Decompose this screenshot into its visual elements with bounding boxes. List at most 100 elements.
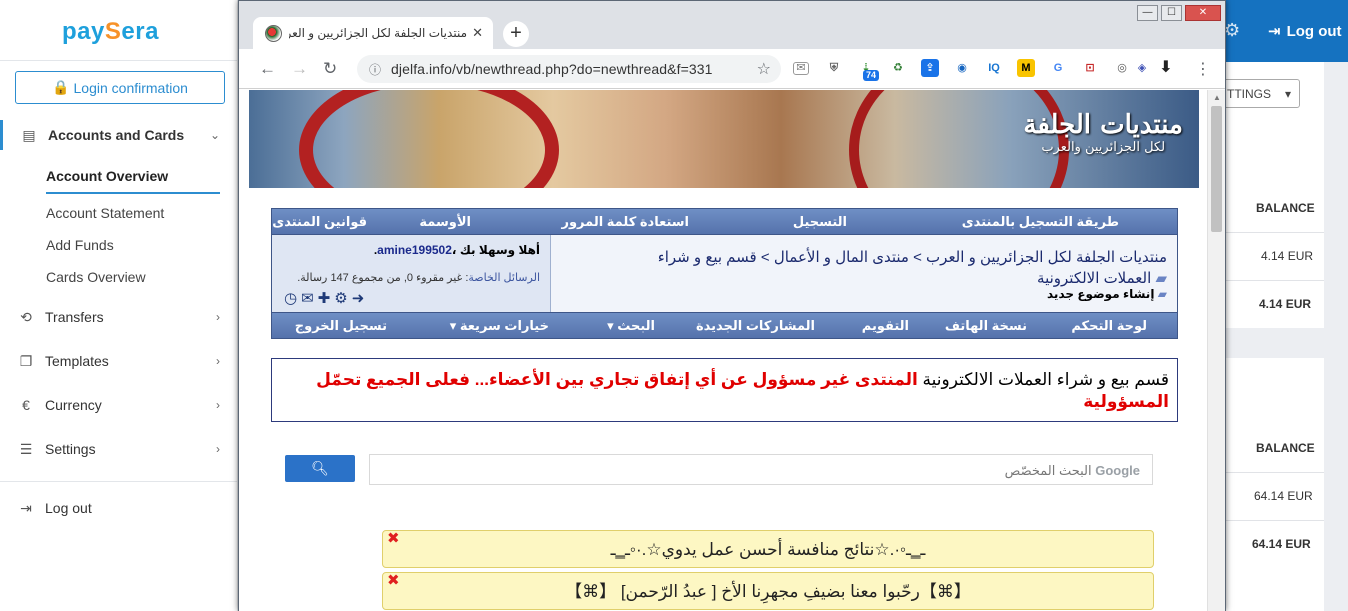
chevron-down-icon: ⌄ (209, 128, 220, 142)
breadcrumb-path[interactable]: منتديات الجلفة لكل الجزائريين و العرب > … (597, 247, 1167, 268)
divider (0, 60, 238, 61)
scroll-up-icon[interactable]: ▲ (1213, 93, 1221, 102)
paysera-logo[interactable]: paySera (62, 18, 159, 46)
logout-icon[interactable]: ➜ (352, 290, 369, 307)
address-bar[interactable]: ⓘ djelfa.info/vb/newthread.php?do=newthr… (357, 55, 781, 83)
search-input[interactable]: Google البحث المخصّص (369, 454, 1153, 485)
clock-icon[interactable]: ◷ (284, 290, 301, 307)
close-tab-icon[interactable]: ✕ (472, 25, 483, 41)
vertical-scrollbar[interactable]: ▲ (1207, 90, 1225, 611)
account-card (1226, 358, 1324, 611)
active-underline (46, 192, 220, 194)
nav-link-quick-options[interactable]: خيارات سريعة ▾ (450, 318, 549, 334)
header-logout-button[interactable]: ⇥ Log out (1268, 22, 1342, 41)
scrollbar-thumb[interactable] (1211, 106, 1222, 232)
balance-total: 64.14 EUR (1252, 537, 1311, 551)
nav-link-control-panel[interactable]: لوحة التحكم (1071, 318, 1147, 334)
nav-link-recover-password[interactable]: استعادة كلمة المرور (561, 214, 689, 230)
translate-icon[interactable]: G (1049, 59, 1067, 77)
mail-extension-icon[interactable]: ✉ (793, 62, 809, 75)
lock-icon: 🔒 (52, 79, 70, 95)
dismiss-icon[interactable]: ✖ (387, 573, 400, 589)
nav-link-new-posts[interactable]: المشاركات الجديدة (696, 318, 815, 334)
breadcrumb-current[interactable]: ▰ العملات الالكترونية (597, 268, 1167, 289)
logout-icon: ⇥ (20, 499, 32, 516)
pm-link[interactable]: الرسائل الخاصة (468, 272, 540, 284)
nav-templates[interactable]: ❐ Templates › (0, 346, 238, 376)
save-extension-icon[interactable]: ⇪ (921, 59, 939, 77)
minimize-button[interactable]: — (1137, 5, 1158, 21)
iq-extension-icon[interactable]: IQ (985, 59, 1003, 77)
shield-blue-icon[interactable]: ◈ (1133, 59, 1151, 77)
forum-logo[interactable]: منتديات الجلفة لكل الجزائريين والعرب (1023, 110, 1183, 155)
nav-link-mobile[interactable]: نسخة الهاتف (945, 318, 1027, 334)
user-actions: ➜⚙✚✉◷ (284, 289, 368, 307)
add-user-icon[interactable]: ✚ (318, 290, 335, 307)
pocket-icon[interactable]: ⊡ (1081, 59, 1099, 77)
nav-cards-overview[interactable]: Cards Overview (46, 269, 146, 285)
balance-total: 4.14 EUR (1259, 297, 1312, 311)
back-icon[interactable]: ← (259, 59, 276, 79)
bookmark-star-icon[interactable]: ☆ (757, 59, 771, 79)
nav-link-register-guide[interactable]: طريقة التسجيل بالمنتدى (962, 214, 1119, 230)
user-info-panel: أهلا وسهلا بك ،amine199502. الرسائل الخا… (272, 235, 551, 312)
breadcrumb: منتديات الجلفة لكل الجزائريين و العرب > … (597, 247, 1167, 289)
chevron-right-icon: › (216, 442, 220, 456)
gear-icon[interactable]: ⚙ (1224, 20, 1240, 41)
logout-icon: ⇥ (1268, 23, 1281, 40)
divider (0, 481, 238, 482)
reload-icon[interactable]: ↻ (323, 59, 337, 79)
search-icon: 🔍︎ (311, 460, 329, 476)
login-confirmation-button[interactable]: 🔒 Login confirmation (15, 71, 225, 104)
nav-settings[interactable]: ☰ Settings › (0, 434, 238, 464)
settings-icon[interactable]: ⚙ (334, 290, 351, 307)
forward-icon[interactable]: → (291, 59, 308, 79)
transfer-icon: ⟲ (20, 308, 32, 325)
more-menu-icon[interactable]: ⋮ (1195, 59, 1211, 79)
nav-account-overview[interactable]: Account Overview (46, 168, 168, 184)
settings-dropdown[interactable]: TTINGS ▾ (1218, 79, 1300, 108)
balance-value: 4.14 EUR (1261, 249, 1314, 263)
maximize-button[interactable]: ☐ (1161, 5, 1182, 21)
forum-banner: منتديات الجلفة لكل الجزائريين والعرب (249, 90, 1199, 188)
nav-transfers[interactable]: ⟲ Transfers › (0, 302, 238, 332)
shield-extension-icon[interactable]: ⛨ (825, 59, 843, 77)
chat-icon[interactable]: ✉ (301, 290, 318, 307)
top-nav-bar: طريقة التسجيل بالمنتدى التسجيل استعادة ك… (271, 208, 1178, 235)
nav-account-statement[interactable]: Account Statement (46, 205, 164, 221)
username-link[interactable]: amine199502 (377, 243, 452, 257)
nav-link-badges[interactable]: الأوسمة (419, 214, 471, 230)
caret-down-icon: ▾ (1285, 86, 1292, 101)
record-icon[interactable]: ◎ (1113, 59, 1131, 77)
download-icon[interactable]: ⬇ (1157, 59, 1175, 77)
euro-icon: € (22, 397, 30, 413)
m-extension-icon[interactable]: M (1017, 59, 1035, 77)
browser-tab[interactable]: منتديات الجلفة لكل الجزائريين و العرب - … (253, 17, 493, 49)
recycle-icon[interactable]: ♻ (889, 59, 907, 77)
divider (1226, 232, 1324, 233)
welcome-text: أهلا وسهلا بك ،amine199502. (373, 243, 540, 257)
nav-link-rules[interactable]: قوانين المنتدى (272, 214, 367, 230)
nav-link-calendar[interactable]: التقويم (862, 318, 909, 334)
search-button[interactable]: 🔍︎ (285, 455, 355, 482)
balance-value: 64.14 EUR (1254, 489, 1313, 503)
nav-currency[interactable]: € Currency › (0, 390, 238, 420)
globe-extension-icon[interactable]: ◉ (953, 59, 971, 77)
banner-decoration (299, 90, 559, 188)
nav-link-search[interactable]: البحث ▾ (607, 318, 655, 334)
announcement-note[interactable]: ✖ ـ‗ـ◦·.☆نتائج منافسة أحسن عمل يدوي☆.·◦ـ… (382, 530, 1154, 568)
dismiss-icon[interactable]: ✖ (387, 531, 400, 547)
nav-logout[interactable]: ⇥ Log out (0, 493, 238, 523)
new-tab-button[interactable]: + (503, 21, 529, 47)
announcement-note[interactable]: ✖ 【⌘】رحّبوا معنا بضيفِ مجهرِنا الأخ [ عب… (382, 572, 1154, 610)
nav-link-logout[interactable]: تسجيل الخروج (295, 318, 387, 334)
nav-add-funds[interactable]: Add Funds (46, 237, 114, 253)
close-window-button[interactable]: ✕ (1185, 5, 1221, 21)
paysera-sidebar: paySera 🔒 Login confirmation ▤ Accounts a… (0, 0, 238, 611)
templates-icon: ❐ (19, 352, 33, 369)
divider (1226, 472, 1324, 473)
info-icon: ⓘ (369, 62, 382, 77)
nav-accounts-and-cards[interactable]: ▤ Accounts and Cards ⌄ (0, 120, 238, 150)
bottom-nav-bar: لوحة التحكم نسخة الهاتف التقويم المشاركا… (271, 312, 1178, 339)
nav-link-register[interactable]: التسجيل (793, 214, 847, 230)
